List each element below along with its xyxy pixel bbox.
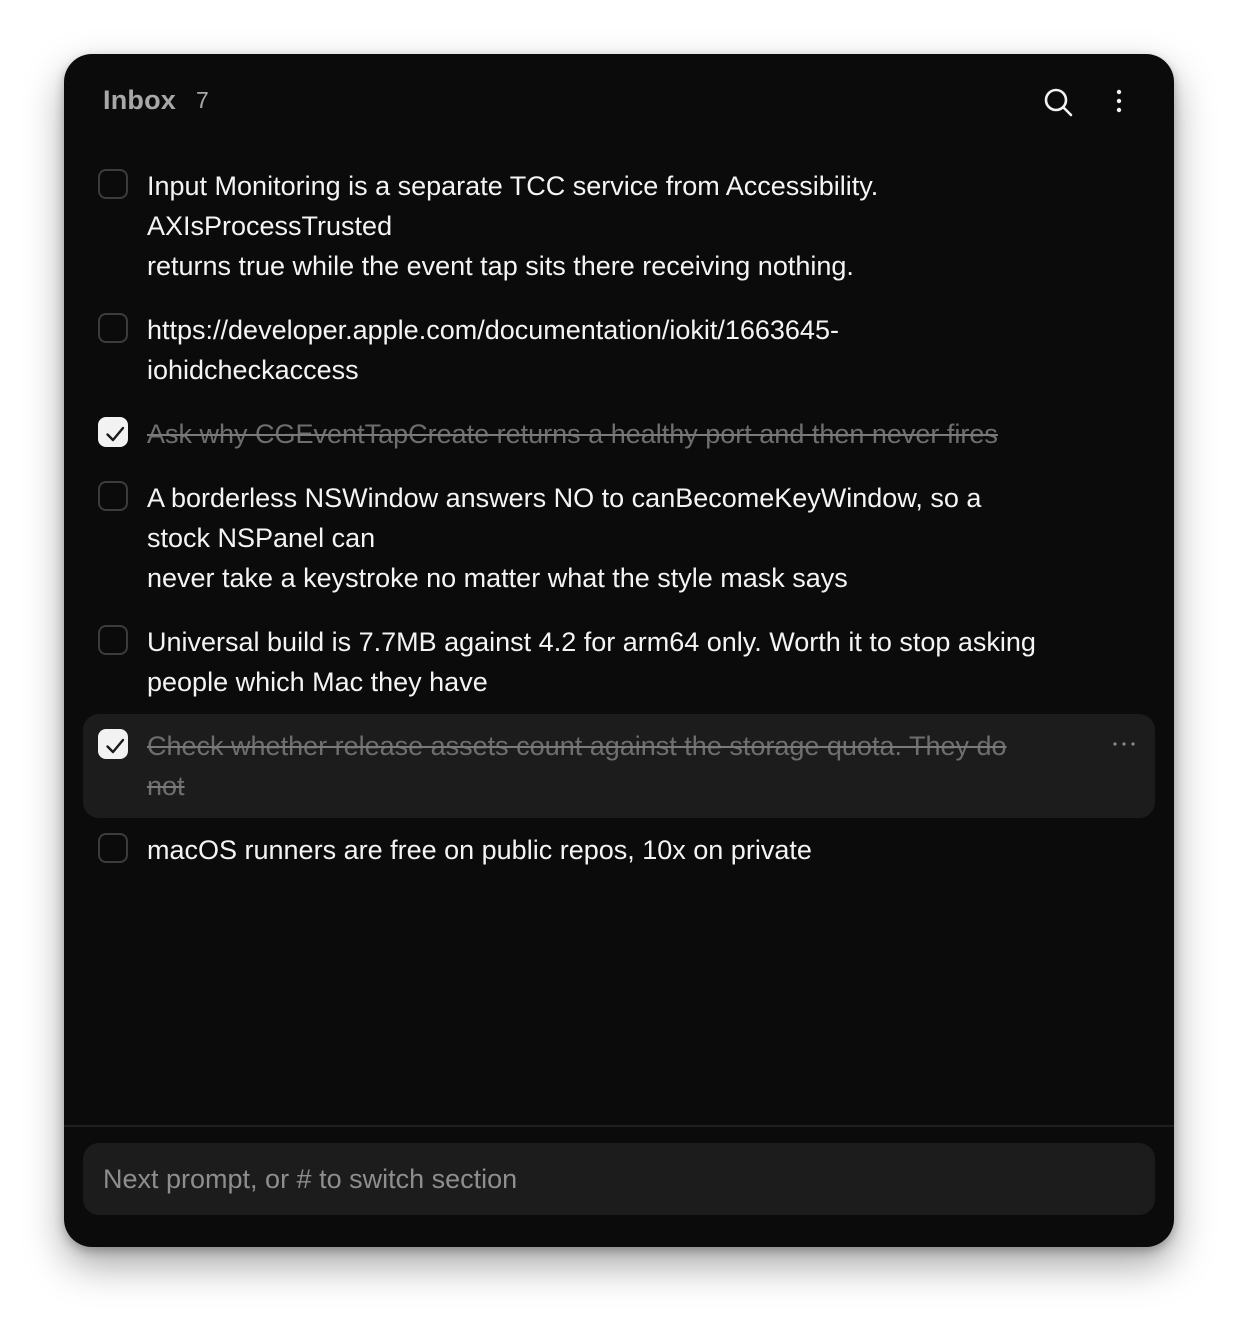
- item-checkbox[interactable]: [98, 729, 128, 759]
- list-item[interactable]: https://developer.apple.com/documentatio…: [83, 298, 1155, 402]
- inbox-window: Inbox 7 Input Monitoring is a separate T…: [64, 54, 1174, 1247]
- list-item[interactable]: macOS runners are free on public repos, …: [83, 818, 1155, 882]
- header: Inbox 7: [64, 54, 1174, 150]
- item-checkbox[interactable]: [98, 833, 128, 863]
- item-text: Check whether release assets count again…: [147, 731, 1007, 801]
- checkmark-icon: [106, 426, 125, 442]
- prompt-bar: [83, 1143, 1155, 1215]
- page-title: Inbox: [103, 85, 176, 115]
- item-count-badge: 7: [196, 87, 209, 113]
- item-text: Universal build is 7.7MB against 4.2 for…: [147, 627, 1036, 697]
- search-button[interactable]: [1040, 84, 1076, 120]
- item-text: macOS runners are free on public repos, …: [147, 835, 812, 865]
- item-checkbox[interactable]: [98, 625, 128, 655]
- horizontal-ellipsis-icon: [1113, 742, 1135, 746]
- checkmark-icon: [106, 738, 125, 754]
- item-text: Input Monitoring is a separate TCC servi…: [147, 171, 879, 281]
- item-text: https://developer.apple.com/documentatio…: [147, 315, 839, 385]
- list-item[interactable]: Input Monitoring is a separate TCC servi…: [83, 154, 1155, 298]
- row-more-button[interactable]: [1111, 734, 1137, 754]
- list-item[interactable]: A borderless NSWindow answers NO to canB…: [83, 466, 1155, 610]
- todo-list: Input Monitoring is a separate TCC servi…: [83, 154, 1155, 882]
- list-item[interactable]: Ask why CGEventTapCreate returns a healt…: [83, 402, 1155, 466]
- list-item[interactable]: Check whether release assets count again…: [83, 714, 1155, 818]
- more-options-button[interactable]: [1106, 84, 1132, 120]
- list-item[interactable]: Universal build is 7.7MB against 4.2 for…: [83, 610, 1155, 714]
- item-text: A borderless NSWindow answers NO to canB…: [147, 483, 982, 593]
- divider: [64, 1125, 1174, 1127]
- prompt-input[interactable]: [103, 1143, 1135, 1215]
- item-checkbox[interactable]: [98, 169, 128, 199]
- item-text: Ask why CGEventTapCreate returns a healt…: [147, 419, 998, 449]
- item-checkbox[interactable]: [98, 417, 128, 447]
- vertical-ellipsis-icon: [1116, 89, 1122, 113]
- item-checkbox[interactable]: [98, 313, 128, 343]
- search-icon: [1044, 88, 1073, 117]
- item-checkbox[interactable]: [98, 481, 128, 511]
